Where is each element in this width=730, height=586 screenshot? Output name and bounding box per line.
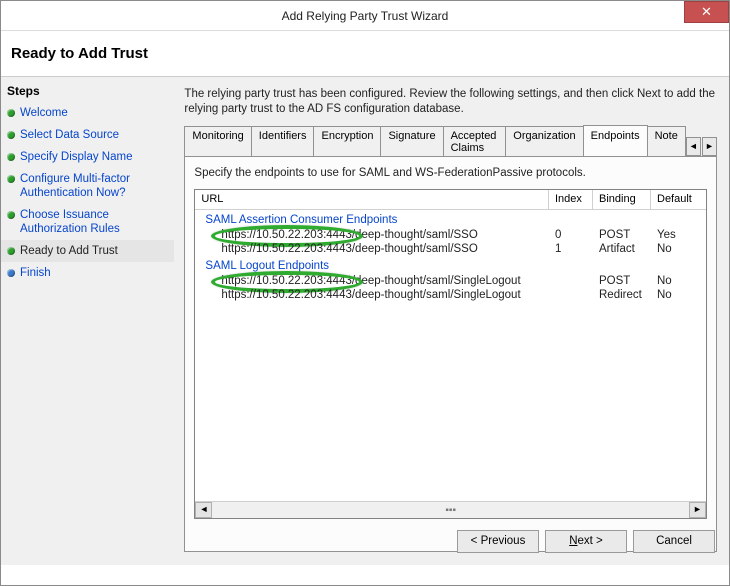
cell-url: https://10.50.22.203:4443/deep-thought/s… <box>195 229 549 241</box>
main-panel: The relying party trust has been configu… <box>174 77 729 565</box>
cell-index <box>549 275 593 287</box>
group-header: SAML Logout Endpoints <box>195 256 706 274</box>
intro-text: The relying party trust has been configu… <box>184 87 717 117</box>
step-4[interactable]: Choose Issuance Authorization Rules <box>1 204 174 240</box>
tab-scroll-right[interactable]: ► <box>702 137 717 156</box>
cell-default: Yes <box>651 229 706 241</box>
step-label: Choose Issuance Authorization Rules <box>20 208 168 236</box>
tab-note[interactable]: Note <box>647 126 686 157</box>
steps-header: Steps <box>1 82 174 102</box>
close-button[interactable]: ✕ <box>684 1 729 23</box>
step-label: Select Data Source <box>20 128 119 142</box>
step-bullet-icon <box>7 131 15 139</box>
cell-default: No <box>651 243 706 255</box>
step-label: Welcome <box>20 106 68 120</box>
title-bar: Add Relying Party Trust Wizard ✕ <box>1 1 729 31</box>
tab-encryption[interactable]: Encryption <box>313 126 381 157</box>
button-row: < Previous Next > Cancel <box>457 530 715 553</box>
cell-url: https://10.50.22.203:4443/deep-thought/s… <box>195 243 549 255</box>
cell-index <box>549 289 593 301</box>
table-row[interactable]: https://10.50.22.203:4443/deep-thought/s… <box>195 288 706 302</box>
scroll-track[interactable]: ▪▪▪ <box>212 502 689 518</box>
scroll-left-arrow[interactable]: ◄ <box>195 502 212 518</box>
cell-binding: POST <box>593 275 651 287</box>
step-bullet-icon <box>7 153 15 161</box>
steps-panel: Steps Welcome Select Data Source Specify D… <box>1 77 174 565</box>
window-title: Add Relying Party Trust Wizard <box>282 9 449 23</box>
step-bullet-icon <box>7 109 15 117</box>
page-title: Ready to Add Trust <box>1 31 729 76</box>
horizontal-scrollbar[interactable]: ◄ ▪▪▪ ► <box>195 501 706 518</box>
step-bullet-icon <box>7 175 15 183</box>
cancel-button[interactable]: Cancel <box>633 530 715 553</box>
col-url[interactable]: URL <box>195 190 549 210</box>
tab-accepted-claims[interactable]: Accepted Claims <box>443 126 507 157</box>
next-button[interactable]: Next > <box>545 530 627 553</box>
step-2[interactable]: Specify Display Name <box>1 146 174 168</box>
cell-binding: Artifact <box>593 243 651 255</box>
tab-body-endpoints: Specify the endpoints to use for SAML an… <box>184 156 717 552</box>
cell-index: 1 <box>549 243 593 255</box>
step-bullet-icon <box>7 269 15 277</box>
col-binding[interactable]: Binding <box>593 190 651 210</box>
content-area: Steps Welcome Select Data Source Specify D… <box>1 77 729 565</box>
step-label: Ready to Add Trust <box>20 244 118 258</box>
step-bullet-icon <box>7 211 15 219</box>
endpoints-table: URL Index Binding Default SAML Assertion… <box>194 189 707 519</box>
col-default[interactable]: Default <box>651 190 706 210</box>
table-row[interactable]: https://10.50.22.203:4443/deep-thought/s… <box>195 274 706 288</box>
cell-index: 0 <box>549 229 593 241</box>
step-0[interactable]: Welcome <box>1 102 174 124</box>
scroll-right-arrow[interactable]: ► <box>689 502 706 518</box>
tab-scroll-left[interactable]: ◄ <box>686 137 701 156</box>
tab-signature[interactable]: Signature <box>380 126 443 157</box>
col-index[interactable]: Index <box>549 190 593 210</box>
cell-binding: Redirect <box>593 289 651 301</box>
step-bullet-icon <box>7 247 15 255</box>
table-row[interactable]: https://10.50.22.203:4443/deep-thought/s… <box>195 242 706 256</box>
tab-endpoints[interactable]: Endpoints <box>583 125 648 156</box>
step-label: Specify Display Name <box>20 150 132 164</box>
table-row[interactable]: https://10.50.22.203:4443/deep-thought/s… <box>195 228 706 242</box>
step-1[interactable]: Select Data Source <box>1 124 174 146</box>
tab-description: Specify the endpoints to use for SAML an… <box>194 167 707 179</box>
step-3[interactable]: Configure Multi-factor Authentication No… <box>1 168 174 204</box>
previous-button[interactable]: < Previous <box>457 530 539 553</box>
cell-url: https://10.50.22.203:4443/deep-thought/s… <box>195 275 549 287</box>
table-header: URL Index Binding Default <box>195 190 706 210</box>
cell-url: https://10.50.22.203:4443/deep-thought/s… <box>195 289 549 301</box>
step-label: Configure Multi-factor Authentication No… <box>20 172 168 200</box>
step-6[interactable]: Finish <box>1 262 174 284</box>
cell-default: No <box>651 275 706 287</box>
tab-monitoring[interactable]: Monitoring <box>184 126 251 157</box>
step-5[interactable]: Ready to Add Trust <box>1 240 174 262</box>
tab-identifiers[interactable]: Identifiers <box>251 126 315 157</box>
tab-organization[interactable]: Organization <box>505 126 583 157</box>
tab-strip: MonitoringIdentifiersEncryptionSignature… <box>184 125 717 156</box>
cell-binding: POST <box>593 229 651 241</box>
step-label: Finish <box>20 266 51 280</box>
group-header: SAML Assertion Consumer Endpoints <box>195 210 706 228</box>
cell-default: No <box>651 289 706 301</box>
